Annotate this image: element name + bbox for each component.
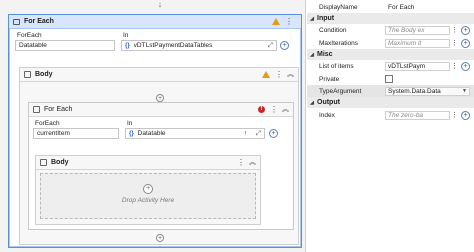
outer-foreach-activity[interactable]: For Each ⋮ ForEach In Datatable {} vDTLs… (8, 14, 302, 248)
inner-foreach-header[interactable]: For Each ! ⋮ ︽ (29, 103, 293, 117)
add-activity-icon[interactable]: + (156, 94, 164, 102)
more-options-icon[interactable]: ⋮ (237, 158, 245, 167)
sequence-icon (24, 71, 31, 78)
sequence-icon (40, 159, 47, 166)
error-icon[interactable]: ! (245, 131, 251, 137)
more-options-icon[interactable]: ⋮ (270, 105, 278, 114)
expression-icon: {} (125, 42, 130, 49)
outer-foreach-title: For Each (24, 18, 54, 25)
in-label: In (123, 32, 129, 39)
property-displayname[interactable]: DisplayName For Each (307, 1, 474, 13)
property-private[interactable]: Private (307, 73, 474, 85)
add-activity-icon[interactable]: + (143, 184, 153, 194)
foreach-icon (33, 106, 40, 113)
more-options-icon[interactable]: ⋮ (450, 62, 459, 70)
drop-activity-text: Drop Activity Here (121, 197, 175, 204)
outer-body-header[interactable]: Body ⋮ ︽ (20, 68, 298, 82)
inner-body-title: Body (51, 159, 69, 166)
property-maxiterations[interactable]: MaxIterations Maximum it ⋮ + (307, 37, 474, 49)
collapse-triangle-icon[interactable]: ◢ (307, 16, 317, 22)
more-options-icon[interactable]: ⋮ (450, 26, 459, 34)
inner-foreach-title: For Each (44, 106, 73, 113)
inner-foreach-activity[interactable]: For Each ! ⋮ ︽ ForEach In currentItem {}… (28, 102, 294, 230)
private-checkbox[interactable] (385, 75, 393, 83)
flow-arrow-icon: ↓ (157, 0, 163, 9)
outer-body-title: Body (35, 71, 53, 78)
outer-body-sequence[interactable]: Body ⋮ ︽ + For Each ! ⋮ ︽ ForEach In cur (19, 67, 299, 245)
add-variable-icon[interactable]: + (461, 61, 470, 71)
add-variable-icon[interactable]: + (461, 25, 470, 35)
more-options-icon[interactable]: ⋮ (275, 70, 283, 79)
chevron-up-icon[interactable]: ︽ (249, 159, 256, 167)
expression-icon: {} (129, 130, 134, 137)
outer-foreach-header[interactable]: For Each ⋮ (9, 15, 301, 29)
category-misc[interactable]: ◢ Misc (307, 49, 474, 60)
property-typeargument[interactable]: TypeArgument System.Data.Data ▼ (307, 85, 474, 97)
warning-icon[interactable] (272, 18, 280, 25)
category-input[interactable]: ◢ Input (307, 13, 474, 24)
chevron-up-icon[interactable]: ︽ (282, 106, 289, 114)
category-output[interactable]: ◢ Output (307, 97, 474, 108)
drop-activity-area[interactable]: + Drop Activity Here (40, 173, 256, 219)
add-activity-icon[interactable]: + (156, 234, 164, 242)
displayname-value[interactable]: For Each (385, 2, 470, 12)
chevron-up-icon[interactable]: ︽ (287, 71, 294, 79)
index-field[interactable]: The zero-ba (385, 110, 450, 120)
property-list-of-items[interactable]: List of items vDTLstPaym ⋮ + (307, 60, 474, 72)
property-index[interactable]: Index The zero-ba ⋮ + (307, 109, 474, 121)
error-icon[interactable]: ! (258, 106, 265, 113)
typeargument-select[interactable]: System.Data.Data ▼ (385, 86, 470, 96)
designer-canvas: ↓ For Each ⋮ ForEach In Datatable {} vDT… (0, 0, 306, 252)
foreach-label: ForEach (35, 120, 60, 127)
maxiterations-field[interactable]: Maximum it (385, 38, 450, 48)
more-options-icon[interactable]: ⋮ (285, 17, 293, 26)
list-of-items-field[interactable]: vDTLstPaym (385, 61, 450, 71)
in-collection-input[interactable]: {} vDTLstPaymentDataTables ⤢ (121, 40, 277, 51)
foreach-icon (13, 18, 20, 25)
in-collection-input[interactable]: {} Datatable ! ⤢ (125, 128, 265, 139)
add-variable-icon[interactable]: + (461, 38, 470, 48)
properties-panel: DisplayName For Each ◢ Input Condition T… (307, 0, 474, 252)
foreach-variable-input[interactable]: currentItem (33, 128, 119, 139)
add-variable-icon[interactable]: + (280, 41, 289, 50)
foreach-variable-input[interactable]: Datatable (15, 40, 115, 51)
inner-body-header[interactable]: Body ⋮ ︽ (36, 156, 260, 170)
chevron-down-icon: ▼ (462, 88, 467, 94)
add-variable-icon[interactable]: + (461, 110, 470, 120)
expand-icon[interactable]: ⤢ (268, 42, 273, 50)
inner-body-sequence[interactable]: Body ⋮ ︽ + Drop Activity Here (35, 155, 261, 225)
collapse-triangle-icon[interactable]: ◢ (307, 100, 317, 106)
condition-field[interactable]: The Body ex (385, 25, 450, 35)
more-options-icon[interactable]: ⋮ (450, 111, 459, 119)
more-options-icon[interactable]: ⋮ (450, 39, 459, 47)
collapse-triangle-icon[interactable]: ◢ (307, 52, 317, 58)
expand-icon[interactable]: ⤢ (256, 130, 261, 138)
foreach-label: ForEach (17, 32, 42, 39)
property-condition[interactable]: Condition The Body ex ⋮ + (307, 24, 474, 36)
in-label: In (127, 120, 133, 127)
add-variable-icon[interactable]: + (269, 129, 278, 138)
warning-icon[interactable] (262, 71, 270, 78)
